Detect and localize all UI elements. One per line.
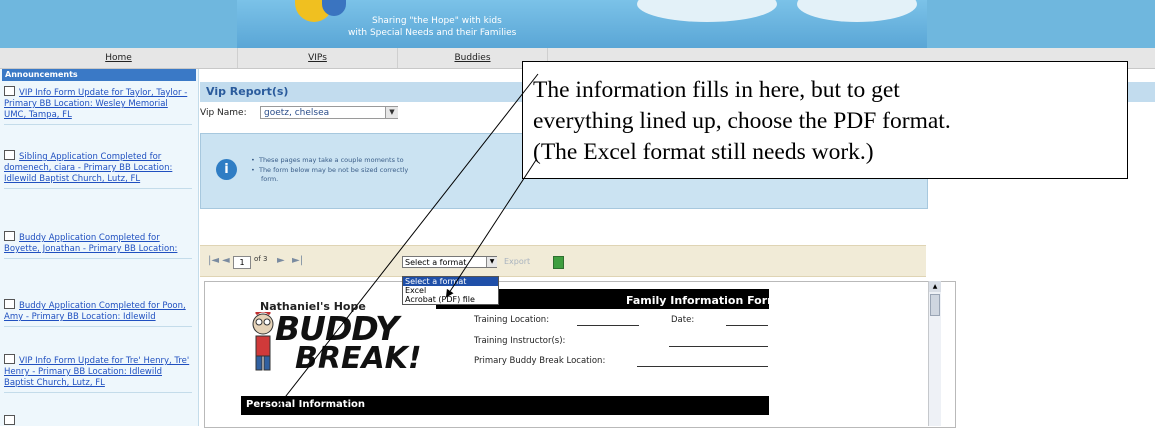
field-rule [637, 366, 768, 367]
announcement-link[interactable]: Sibling Application Completed for domene… [4, 152, 172, 184]
info-text: • The form below may be not be sized cor… [251, 166, 409, 174]
checkbox[interactable] [4, 299, 15, 309]
date-label: Date: [671, 315, 695, 325]
primary-location-label: Primary Buddy Break Location: [474, 356, 606, 366]
cloud-graphic [637, 0, 777, 22]
chevron-down-icon[interactable]: ▼ [385, 107, 398, 118]
export-format-select[interactable]: Select a format ▼ [402, 256, 497, 268]
callout-line: (The Excel format still needs work.) [533, 139, 874, 165]
page-count: of 3 [254, 255, 268, 263]
announcement-item[interactable] [4, 415, 192, 431]
first-page-icon[interactable]: |◄ [208, 255, 219, 266]
announcement-link[interactable]: VIP Info Form Update for Tre' Henry, Tre… [4, 356, 189, 388]
banner-tagline: Sharing "the Hope" with kids [372, 16, 502, 26]
site-banner: Sharing "the Hope" with kids with Specia… [0, 0, 1155, 48]
checkbox[interactable] [4, 150, 15, 160]
format-select-value: Select a format [405, 258, 467, 267]
announcement-item[interactable]: Sibling Application Completed for domene… [4, 150, 192, 189]
info-icon: i [216, 159, 237, 180]
field-rule [577, 325, 639, 326]
announcement-link[interactable]: Buddy Application Completed for Boyette,… [4, 233, 177, 254]
export-format-dropdown[interactable]: Select a format Excel Acrobat (PDF) file [402, 276, 499, 305]
report-scrollbar[interactable]: ▲ [928, 281, 941, 426]
prev-page-icon[interactable]: ◄ [222, 255, 230, 266]
info-text: • These pages may take a couple moments … [251, 156, 404, 164]
announcement-item[interactable]: VIP Info Form Update for Taylor, Taylor … [4, 86, 192, 125]
report-toolbar: |◄ ◄ 1 of 3 ► ►| Select a format ▼ Expor… [200, 245, 926, 277]
announcement-link[interactable]: Buddy Application Completed for Poon, Am… [4, 301, 186, 322]
training-location-label: Training Location: [474, 315, 550, 325]
cloud-graphic [797, 0, 917, 22]
format-option-select[interactable]: Select a format [403, 277, 498, 286]
page-title: Vip Report(s) [206, 85, 289, 98]
personal-info-bar: Personal Information [241, 396, 769, 415]
announcement-item[interactable]: VIP Info Form Update for Tre' Henry, Tre… [4, 354, 192, 393]
format-option-excel[interactable]: Excel [403, 286, 498, 295]
banner-tagline-2: with Special Needs and their Families [348, 28, 517, 38]
checkbox[interactable] [4, 86, 15, 96]
vip-name-value: goetz, chelsea [264, 108, 330, 118]
announcement-link[interactable]: VIP Info Form Update for Taylor, Taylor … [4, 88, 187, 120]
announcements-header: Announcements [2, 69, 196, 81]
export-link[interactable]: Export [504, 257, 530, 266]
scroll-thumb[interactable] [930, 294, 940, 316]
callout-line: The information fills in here, but to ge… [533, 77, 900, 103]
refresh-icon[interactable] [553, 256, 564, 269]
last-page-icon[interactable]: ►| [292, 255, 303, 266]
report-viewer: Nathaniel's Hope BUDDY BREAK! Family Inf… [204, 281, 956, 428]
logo-break: BREAK! [295, 341, 422, 376]
announcement-item[interactable]: Buddy Application Completed for Poon, Am… [4, 299, 192, 327]
checkbox[interactable] [4, 354, 15, 364]
next-page-icon[interactable]: ► [277, 255, 285, 266]
info-text: form. [261, 175, 279, 183]
field-rule [669, 346, 768, 347]
checkbox[interactable] [4, 415, 15, 425]
chevron-down-icon[interactable]: ▼ [486, 257, 497, 267]
personal-info-heading: Personal Information [246, 399, 365, 410]
callout-line: everything lined up, choose the PDF form… [533, 108, 951, 134]
form-title: Family Information Form [626, 294, 779, 307]
announcements-panel: Announcements VIP Info Form Update for T… [0, 69, 199, 426]
vip-name-label: Vip Name: [200, 108, 247, 118]
field-rule [726, 325, 768, 326]
format-option-pdf[interactable]: Acrobat (PDF) file [403, 295, 498, 304]
training-instructors-label: Training Instructor(s): [474, 336, 566, 346]
announcement-item[interactable]: Buddy Application Completed for Boyette,… [4, 231, 192, 259]
nav-item-home[interactable]: Home [0, 48, 238, 68]
vip-name-select[interactable]: goetz, chelsea ▼ [260, 106, 398, 119]
page-number-input[interactable]: 1 [233, 256, 251, 269]
checkbox[interactable] [4, 231, 15, 241]
scroll-up-icon[interactable]: ▲ [929, 281, 941, 292]
callout-box: The information fills in here, but to ge… [522, 61, 1128, 179]
nav-item-vips[interactable]: VIPs [238, 48, 398, 68]
mascot-icon [252, 312, 274, 371]
